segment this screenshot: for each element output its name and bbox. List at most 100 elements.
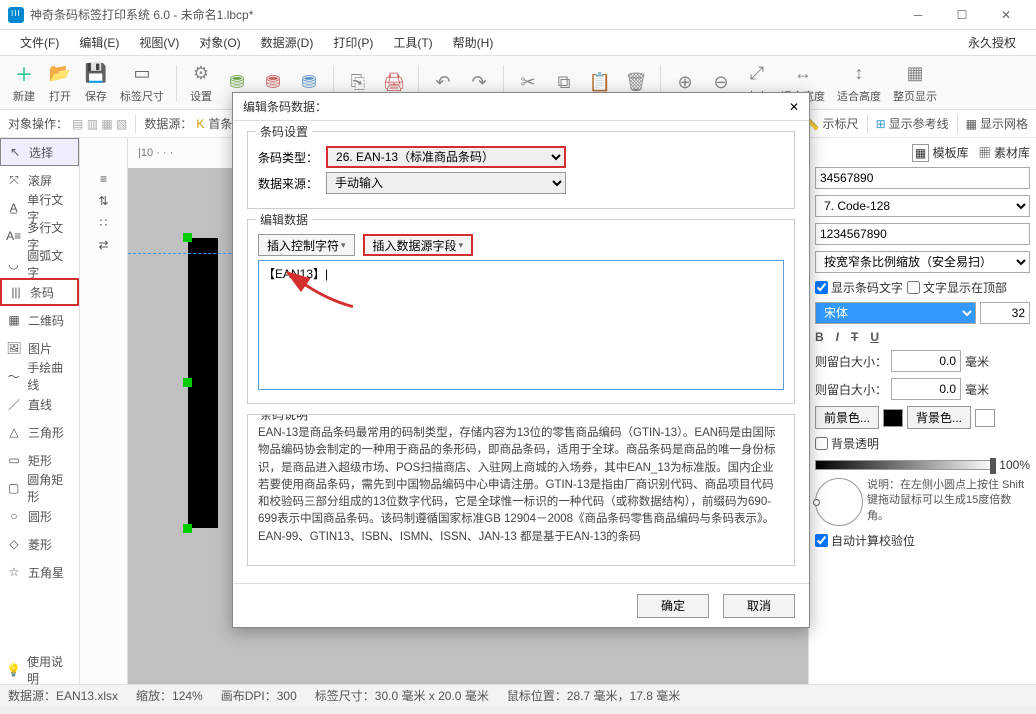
toolbar-icon: ⛃	[261, 71, 285, 95]
tool-rhombus[interactable]: ◇菱形	[0, 530, 79, 558]
move-icon[interactable]: ⇅	[80, 190, 127, 212]
cancel-button[interactable]: 取消	[723, 594, 795, 618]
layer-icons[interactable]: ▤ ▥ ▦ ▧	[72, 117, 127, 131]
data-source-select[interactable]: 手动输入	[326, 172, 566, 194]
tool-multi-text[interactable]: A≡多行文字	[0, 222, 79, 250]
dialog-close-button[interactable]: ✕	[789, 100, 799, 114]
toolbar-⛃[interactable]: ⛃	[291, 71, 327, 95]
align-icon[interactable]: ≡	[80, 168, 127, 190]
font-select[interactable]: 宋体	[815, 302, 976, 324]
insert-control-char-button[interactable]: 插入控制字符	[258, 234, 355, 256]
toolbar-icon: ⛃	[297, 71, 321, 95]
close-button[interactable]: ✕	[984, 0, 1028, 30]
show-grid-toggle[interactable]: 显示网格	[980, 115, 1028, 132]
insert-datasource-field-button[interactable]: 插入数据源字段	[363, 234, 474, 256]
tool-circle[interactable]: ○圆形	[0, 502, 79, 530]
tool-triangle[interactable]: △三角形	[0, 418, 79, 446]
toolbar-icon: 💾	[84, 62, 108, 86]
text-on-top-checkbox[interactable]: 文字显示在顶部	[907, 279, 1007, 296]
toolbar-icon: ⧉	[552, 71, 576, 95]
show-barcode-text-checkbox[interactable]: 显示条码文字	[815, 279, 903, 296]
underline-button[interactable]: U	[870, 330, 879, 344]
toolbar-新建[interactable]: ＋新建	[6, 62, 42, 104]
auto-checksum-checkbox[interactable]: 自动计算校验位	[815, 532, 915, 549]
dots-icon[interactable]: ∷	[80, 212, 127, 234]
show-ruler-toggle[interactable]: 示标尺	[823, 115, 859, 132]
tool-single-text[interactable]: A̲单行文字	[0, 194, 79, 222]
menu-edit[interactable]: 编辑(E)	[69, 30, 129, 56]
tool-select[interactable]: ↖选择	[0, 138, 79, 166]
foreground-color-button[interactable]: 前景色...	[815, 406, 879, 429]
angle-dial[interactable]	[815, 478, 863, 526]
toolbar-标签尺寸[interactable]: ▭标签尺寸	[114, 62, 170, 104]
menu-datasource[interactable]: 数据源(D)	[251, 30, 324, 56]
tool-qrcode[interactable]: ▦二维码	[0, 306, 79, 334]
toolbar-打开[interactable]: 📂打开	[42, 62, 78, 104]
angle-hint: 说明：在左侧小圆点上按住 Shift 键拖动鼠标可以生成15度倍数角。	[867, 478, 1030, 524]
toolbar-设置[interactable]: ⚙设置	[183, 62, 219, 104]
toolbar-⊖[interactable]: ⊖	[703, 71, 739, 95]
tool-roundrect[interactable]: ▢圆角矩形	[0, 474, 79, 502]
menu-file[interactable]: 文件(F)	[10, 30, 69, 56]
properties-panel: ▦ 模板库 ▦ 素材库 7. Code-128 按宽窄条比例缩放（安全易扫） 显…	[808, 138, 1036, 684]
strike-button[interactable]: T	[851, 330, 858, 344]
qrcode-icon: ▦	[6, 313, 22, 327]
minimize-button[interactable]: ─	[896, 0, 940, 30]
lock-icon[interactable]: ⇄	[80, 234, 127, 256]
toolbar-icon: ▦	[903, 62, 927, 86]
scale-mode-select[interactable]: 按宽窄条比例缩放（安全易扫）	[815, 251, 1030, 273]
ds-nav-first-icon[interactable]: K	[196, 117, 204, 131]
toolbar-⎘[interactable]: ⎘	[340, 71, 376, 95]
material-lib-button[interactable]: ▦ 素材库	[979, 144, 1030, 161]
toolbar-📋[interactable]: 📋	[582, 71, 618, 95]
toolbar-🗑[interactable]: 🗑	[618, 71, 654, 95]
menu-object[interactable]: 对象(O)	[189, 30, 250, 56]
bg-swatch	[975, 409, 995, 427]
opacity-slider[interactable]	[815, 460, 995, 470]
barcode-preview[interactable]	[188, 238, 218, 528]
maximize-button[interactable]: ☐	[940, 0, 984, 30]
toolbar-icon: ▭	[130, 62, 154, 86]
data-source-label: 数据来源：	[258, 175, 318, 192]
menu-view[interactable]: 视图(V)	[129, 30, 189, 56]
font-size-field[interactable]	[980, 302, 1030, 324]
show-guides-toggle[interactable]: 显示参考线	[889, 115, 949, 132]
barcode-data-textarea[interactable]: 【EAN13】|	[258, 260, 784, 390]
toolbar-⧉[interactable]: ⧉	[546, 71, 582, 95]
toolbar-⊕[interactable]: ⊕	[667, 71, 703, 95]
code-type-select[interactable]: 7. Code-128	[815, 195, 1030, 217]
toolbar-↶[interactable]: ↶	[425, 71, 461, 95]
toolbar-🖨[interactable]: 🖨	[376, 71, 412, 95]
bg-transparent-checkbox[interactable]: 背景透明	[815, 435, 879, 452]
code-value-field[interactable]	[815, 223, 1030, 245]
status-dpi: 画布DPI：300	[221, 687, 297, 704]
tool-barcode[interactable]: |||条码	[0, 278, 79, 306]
toolbar-⛃[interactable]: ⛃	[255, 71, 291, 95]
tool-star[interactable]: ☆五角星	[0, 558, 79, 586]
template-lib-button[interactable]: ▦ 模板库	[912, 144, 969, 161]
toolbar-保存[interactable]: 💾保存	[78, 62, 114, 104]
barcode-type-select[interactable]: 26. EAN-13（标准商品条码）	[326, 146, 566, 168]
toolbar-适合高度[interactable]: ↕适合高度	[831, 62, 887, 104]
tool-freehand[interactable]: ～手绘曲线	[0, 362, 79, 390]
background-color-button[interactable]: 背景色...	[907, 406, 971, 429]
tool-rect[interactable]: ▭矩形	[0, 446, 79, 474]
toolbar-↷[interactable]: ↷	[461, 71, 497, 95]
help-link[interactable]: 💡使用说明	[0, 656, 79, 684]
margin1-field[interactable]	[891, 350, 961, 372]
toolbar-⛃[interactable]: ⛃	[219, 71, 255, 95]
menu-print[interactable]: 打印(P)	[323, 30, 383, 56]
sample-number-field[interactable]	[815, 167, 1030, 189]
margin2-field[interactable]	[891, 378, 961, 400]
menu-help[interactable]: 帮助(H)	[443, 30, 504, 56]
tool-image[interactable]: 🖼图片	[0, 334, 79, 362]
toolbar-整页显示[interactable]: ▦整页显示	[887, 62, 943, 104]
italic-button[interactable]: I	[836, 330, 839, 344]
tool-line[interactable]: ／直线	[0, 390, 79, 418]
bold-button[interactable]: B	[815, 330, 824, 344]
menu-tools[interactable]: 工具(T)	[383, 30, 442, 56]
ok-button[interactable]: 确定	[637, 594, 709, 618]
tool-arc-text[interactable]: ◡圆弧文字	[0, 250, 79, 278]
tool-pan[interactable]: ⤧滚屏	[0, 166, 79, 194]
toolbar-✂[interactable]: ✂	[510, 71, 546, 95]
